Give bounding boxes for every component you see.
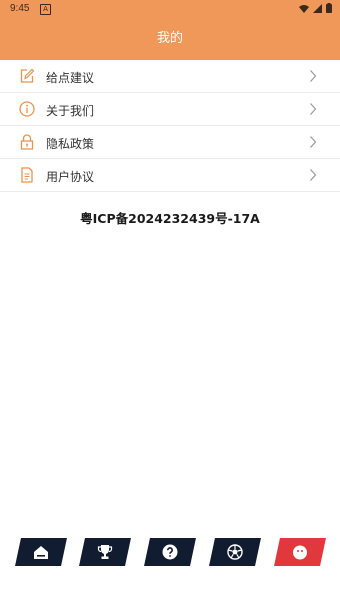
chevron-right-icon [310,136,317,148]
battery-icon [326,3,332,13]
status-bar: 9:45 A [0,0,340,18]
chevron-right-icon [310,70,317,82]
tab-help[interactable] [144,538,196,566]
profile-icon [293,545,307,560]
menu-item-feedback[interactable]: 给点建议 [0,60,340,93]
menu-item-label: 给点建议 [46,71,95,85]
menu-item-privacy[interactable]: 隐私政策 [0,126,340,159]
document-icon [21,167,33,183]
app-bar: 我的 [0,18,340,60]
notification-icon: A [40,4,51,15]
chevron-right-icon [310,169,317,181]
page-title: 我的 [156,31,183,46]
menu-item-label: 用户协议 [46,170,95,184]
tab-home[interactable] [15,538,67,566]
bottom-tab-bar [0,538,340,568]
info-icon [19,101,35,117]
menu-item-label: 隐私政策 [46,137,95,151]
icp-license-text: 粤ICP备2024232439号-17A [80,211,260,226]
status-icons [299,3,332,13]
tab-profile[interactable] [274,538,326,566]
menu-item-label: 关于我们 [46,104,95,118]
status-time: 9:45 [10,3,30,14]
question-icon [162,544,178,560]
signal-icon [313,3,322,13]
settings-menu: 给点建议 关于我们 隐私政策 用户协议 [0,60,340,192]
wifi-icon [299,4,309,13]
tab-trophy[interactable] [79,538,131,566]
menu-item-user-agreement[interactable]: 用户协议 [0,159,340,192]
trophy-icon [97,545,113,559]
lock-icon [20,134,34,150]
edit-icon [20,68,35,83]
home-icon [34,546,48,559]
chevron-right-icon [310,103,317,115]
menu-item-about[interactable]: 关于我们 [0,93,340,126]
football-icon [227,544,243,560]
tab-football[interactable] [209,538,261,566]
